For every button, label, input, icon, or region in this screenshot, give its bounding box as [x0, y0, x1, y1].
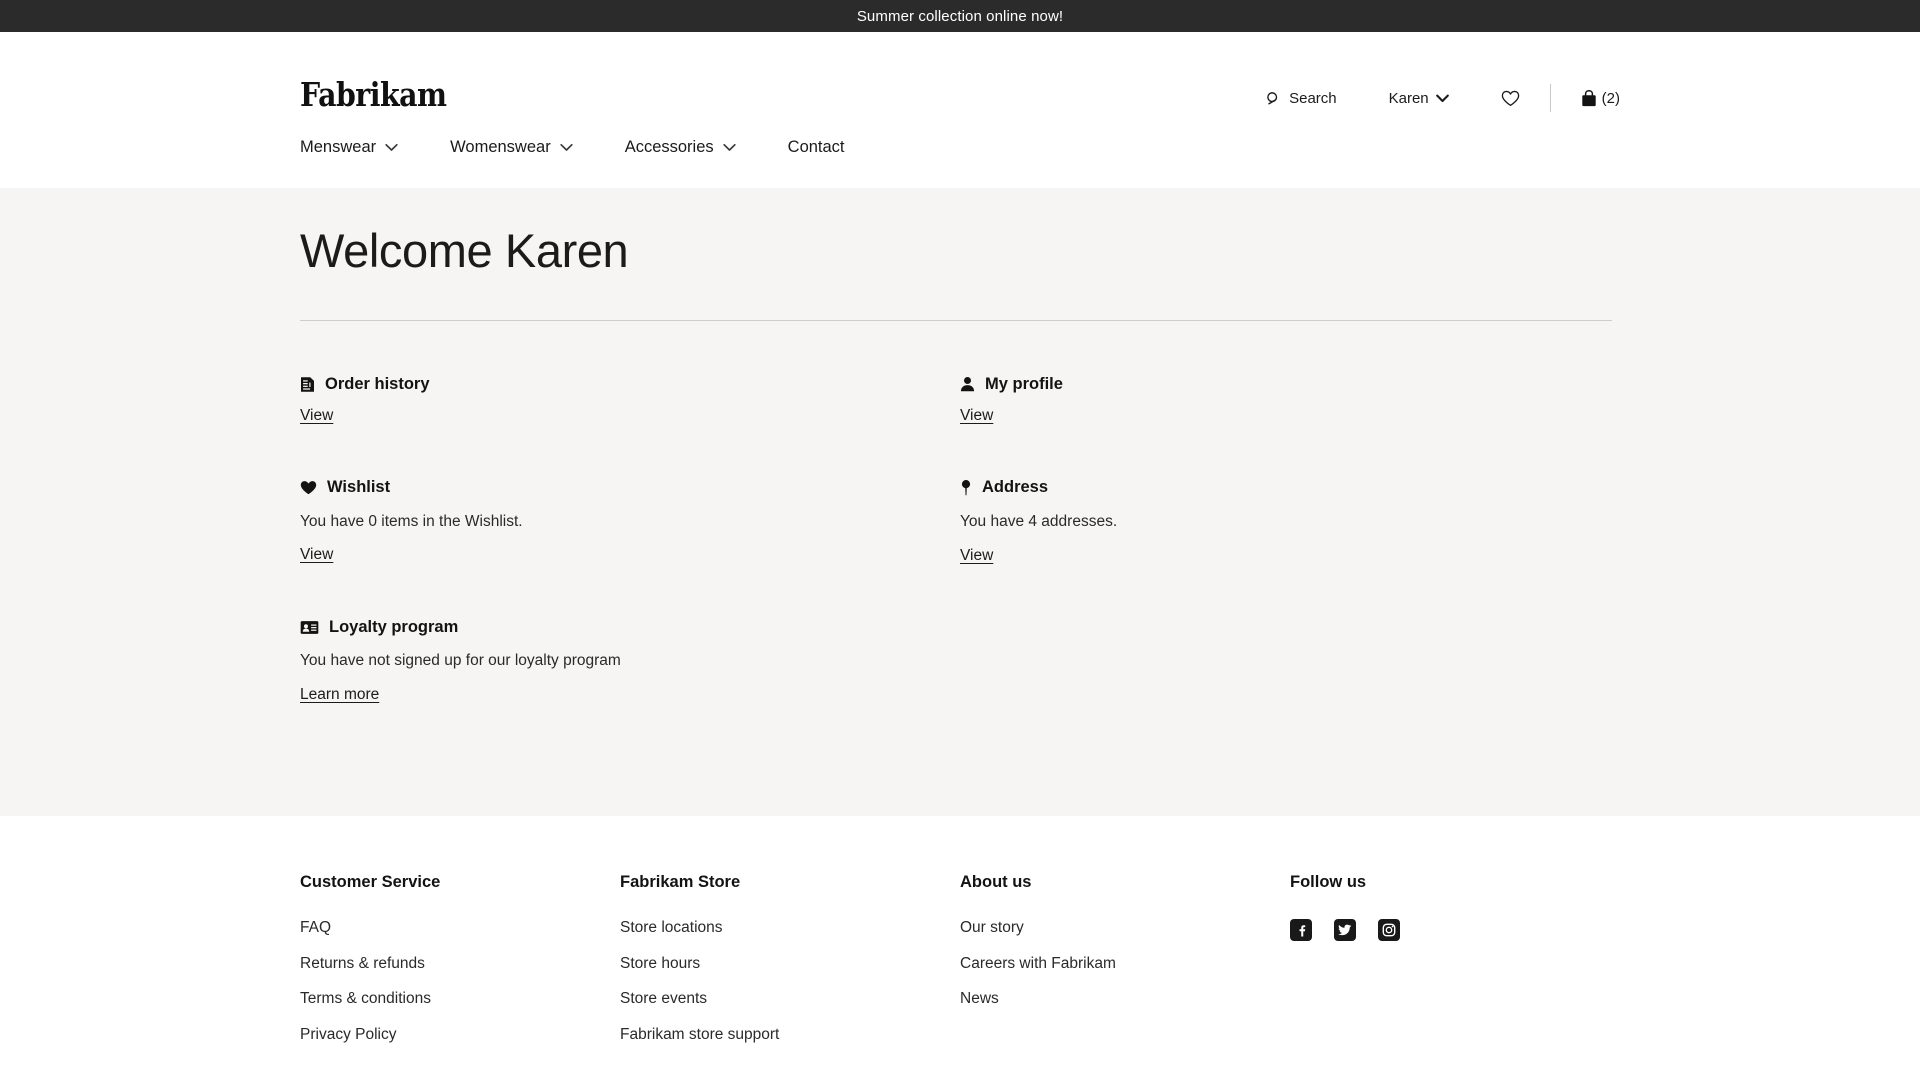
- heart-filled-icon: [300, 480, 317, 495]
- footer-heading: Follow us: [1290, 873, 1367, 891]
- card-view-link[interactable]: View: [960, 407, 993, 425]
- footer-link-returns-refunds[interactable]: Returns & refunds: [300, 955, 620, 974]
- card-view-link[interactable]: View: [300, 546, 333, 564]
- card-title: My profile: [985, 375, 1063, 394]
- card-view-link[interactable]: View: [300, 407, 333, 425]
- wishlist-button[interactable]: [1501, 82, 1520, 114]
- nav-item-contact[interactable]: Contact: [788, 132, 845, 162]
- map-pin-icon: [960, 479, 972, 496]
- promo-banner: Summer collection online now!: [0, 0, 1920, 32]
- card-learn-more-link[interactable]: Learn more: [300, 686, 379, 704]
- card-header: My profile: [960, 376, 1620, 393]
- card-description: You have not signed up for our loyalty p…: [300, 652, 621, 670]
- nav-item-accessories[interactable]: Accessories: [625, 132, 736, 162]
- card-my-profile: My profile View: [960, 376, 1620, 425]
- footer-column-customer-service: Customer Service FAQ Returns & refunds T…: [300, 873, 620, 1061]
- card-header: Address: [960, 479, 1620, 496]
- footer-column-fabrikam-store: Fabrikam Store Store locations Store hou…: [620, 873, 960, 1061]
- person-icon: [960, 376, 975, 392]
- card-title: Loyalty program: [329, 617, 459, 636]
- nav-item-menswear[interactable]: Menswear: [300, 132, 398, 162]
- header-actions: Search Karen (2): [1266, 82, 1620, 114]
- nav-item-label: Menswear: [300, 137, 377, 156]
- footer-link-careers[interactable]: Careers with Fabrikam: [960, 955, 1290, 974]
- card-description: You have 4 addresses.: [960, 513, 1118, 531]
- search-button[interactable]: Search: [1266, 82, 1337, 114]
- card-view-link[interactable]: View: [960, 547, 993, 565]
- footer-link-news[interactable]: News: [960, 990, 1290, 1009]
- facebook-icon[interactable]: [1290, 919, 1312, 941]
- heart-outline-icon: [1501, 90, 1520, 107]
- card-description: You have 0 items in the Wishlist.: [300, 512, 523, 530]
- main-navigation: Menswear Womenswear Accessories Contact: [0, 132, 1920, 188]
- footer-link-store-support[interactable]: Fabrikam store support: [620, 1026, 960, 1045]
- footer-link-store-hours[interactable]: Store hours: [620, 955, 960, 974]
- title-divider: [300, 320, 1612, 322]
- shopping-bag-button[interactable]: (2): [1581, 82, 1620, 114]
- nav-item-womenswear[interactable]: Womenswear: [450, 132, 573, 162]
- chevron-down-icon: [385, 138, 398, 157]
- account-cards-grid: Order history View My profile View Wishl…: [300, 376, 1620, 704]
- card-wishlist: Wishlist You have 0 items in the Wishlis…: [300, 479, 960, 565]
- footer-link-store-events[interactable]: Store events: [620, 990, 960, 1009]
- social-links: [1290, 919, 1620, 941]
- account-menu-button[interactable]: Karen: [1389, 82, 1449, 114]
- footer-columns: Customer Service FAQ Returns & refunds T…: [300, 816, 1620, 1061]
- chevron-down-icon: [723, 138, 736, 157]
- footer-column-follow-us: Follow us: [1290, 873, 1620, 1061]
- footer-link-terms-conditions[interactable]: Terms & conditions: [300, 990, 620, 1009]
- footer-column-about-us: About us Our story Careers with Fabrikam…: [960, 873, 1290, 1061]
- page-root: Summer collection online now! Fabrikam S…: [0, 0, 1920, 1080]
- footer-link-privacy-policy[interactable]: Privacy Policy: [300, 1026, 620, 1045]
- search-label: Search: [1289, 89, 1337, 107]
- main-content: Welcome Karen Order history View My prof…: [0, 188, 1920, 816]
- footer-link-our-story[interactable]: Our story: [960, 919, 1290, 938]
- footer-link-faq[interactable]: FAQ: [300, 919, 620, 938]
- card-loyalty-program: Loyalty program You have not signed up f…: [300, 619, 960, 704]
- card-title: Wishlist: [327, 478, 391, 497]
- chevron-down-icon: [560, 138, 573, 157]
- card-title: Address: [982, 478, 1049, 497]
- brand-logo[interactable]: Fabrikam: [300, 78, 447, 111]
- footer-link-store-locations[interactable]: Store locations: [620, 919, 960, 938]
- receipt-document-icon: [300, 376, 315, 393]
- card-address: Address You have 4 addresses. View: [960, 479, 1620, 565]
- card-header: Loyalty program: [300, 619, 960, 636]
- page-title: Welcome Karen: [300, 224, 629, 277]
- twitter-icon[interactable]: [1334, 919, 1356, 941]
- chevron-down-icon: [1435, 90, 1449, 107]
- site-header: Fabrikam Search Karen (2) Menswear Women…: [0, 32, 1920, 188]
- account-name: Karen: [1388, 89, 1429, 107]
- card-order-history: Order history View: [300, 376, 960, 425]
- instagram-icon[interactable]: [1378, 919, 1400, 941]
- nav-item-label: Contact: [787, 137, 845, 156]
- header-inner: Fabrikam Search Karen (2): [0, 32, 1920, 132]
- site-footer: Customer Service FAQ Returns & refunds T…: [0, 816, 1920, 1080]
- footer-heading: Customer Service: [300, 873, 441, 891]
- promo-banner-text: Summer collection online now!: [856, 7, 1064, 25]
- shopping-bag-icon: [1581, 89, 1597, 107]
- nav-item-label: Accessories: [624, 137, 714, 156]
- bag-count: (2): [1601, 89, 1620, 107]
- header-divider: [1549, 84, 1551, 112]
- footer-heading: Fabrikam Store: [620, 873, 741, 891]
- card-header: Order history: [300, 376, 960, 393]
- nav-item-label: Womenswear: [450, 137, 551, 156]
- footer-heading: About us: [960, 873, 1032, 891]
- id-card-icon: [300, 620, 319, 635]
- search-icon: [1266, 91, 1281, 106]
- card-header: Wishlist: [300, 479, 960, 496]
- card-title: Order history: [325, 375, 430, 394]
